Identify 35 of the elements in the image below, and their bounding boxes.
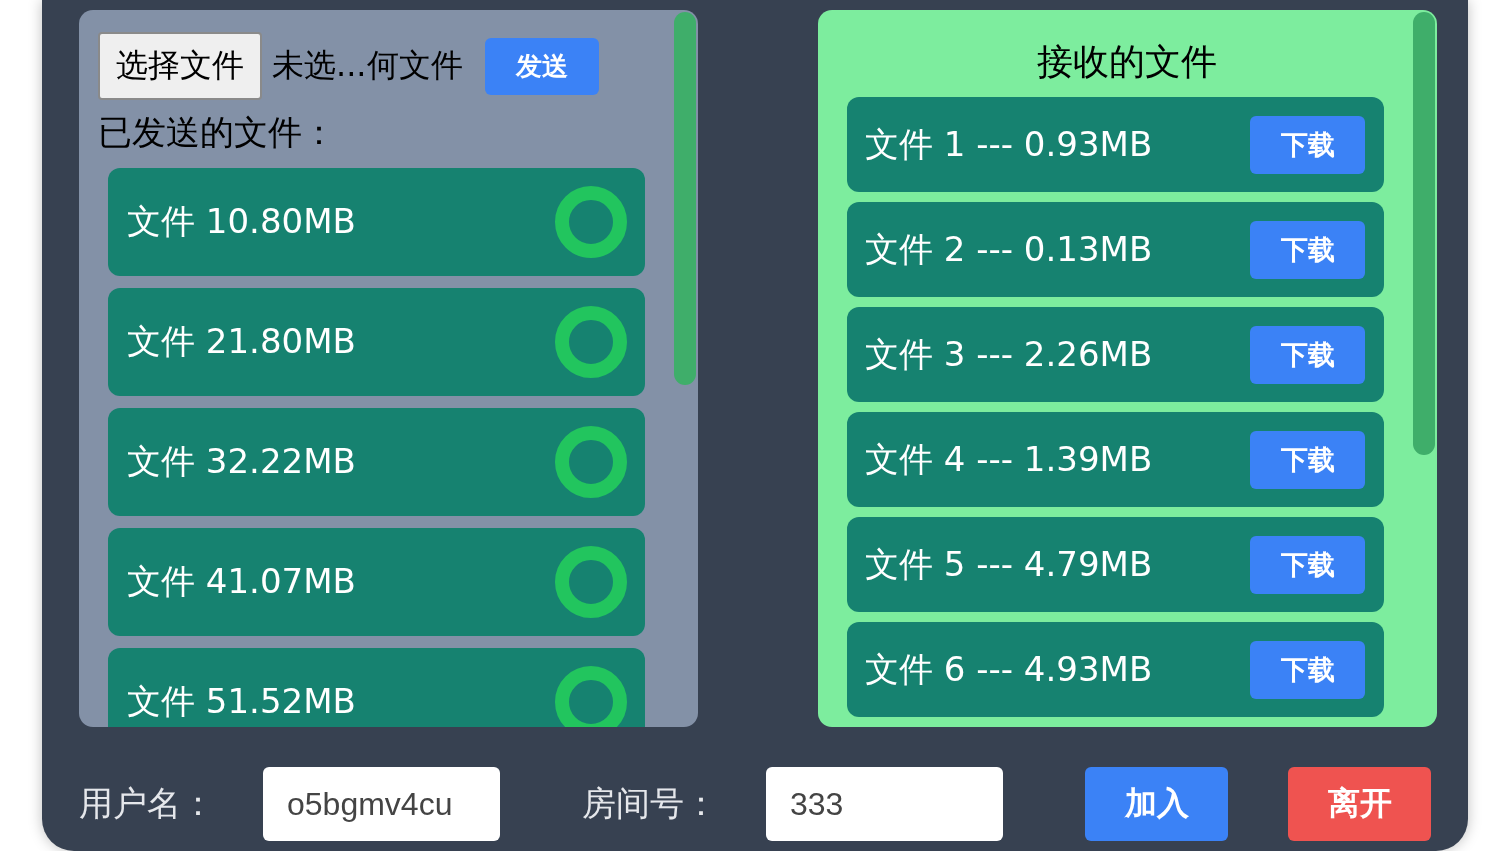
file-label: 文件 5 --- 4.79MB bbox=[865, 542, 1153, 586]
choose-file-button[interactable]: 选择文件 bbox=[98, 32, 262, 100]
file-label: 文件 1 --- 0.93MB bbox=[865, 122, 1153, 166]
file-label: 文件 6 --- 4.93MB bbox=[865, 647, 1153, 691]
ring-icon bbox=[555, 306, 627, 378]
download-button[interactable]: 下载 bbox=[1250, 640, 1365, 699]
join-button[interactable]: 加入 bbox=[1085, 767, 1228, 841]
file-name-text: 未选...何文件 bbox=[272, 45, 463, 86]
file-label: 文件 41.07MB bbox=[127, 560, 356, 603]
scrollbar-thumb[interactable] bbox=[674, 12, 696, 385]
leave-button[interactable]: 离开 bbox=[1288, 767, 1431, 841]
ring-icon bbox=[555, 666, 627, 727]
download-button[interactable]: 下载 bbox=[1250, 430, 1365, 489]
username-field[interactable]: o5bgmv4cu bbox=[263, 767, 500, 841]
file-label: 文件 32.22MB bbox=[127, 440, 356, 483]
file-label: 文件 10.80MB bbox=[127, 200, 356, 243]
sent-files-heading: 已发送的文件： bbox=[97, 111, 337, 154]
scrollbar-thumb[interactable] bbox=[1413, 12, 1435, 455]
file-label: 文件 3 --- 2.26MB bbox=[865, 332, 1153, 376]
ring-icon bbox=[555, 546, 627, 618]
file-label: 文件 51.52MB bbox=[127, 680, 356, 723]
room-label: 房间号： bbox=[582, 782, 718, 825]
download-button[interactable]: 下载 bbox=[1250, 325, 1365, 384]
ring-icon bbox=[555, 186, 627, 258]
file-label: 文件 4 --- 1.39MB bbox=[865, 437, 1153, 481]
file-label: 文件 2 --- 0.13MB bbox=[865, 227, 1153, 271]
room-field[interactable]: 333 bbox=[766, 767, 1003, 841]
ring-icon bbox=[555, 426, 627, 498]
username-label: 用户名： bbox=[79, 782, 215, 825]
download-button[interactable]: 下载 bbox=[1250, 535, 1365, 594]
download-button[interactable]: 下载 bbox=[1250, 220, 1365, 279]
received-files-heading: 接收的文件 bbox=[1035, 40, 1218, 84]
download-button[interactable]: 下载 bbox=[1250, 115, 1365, 174]
send-button[interactable]: 发送 bbox=[484, 37, 599, 95]
file-label: 文件 21.80MB bbox=[127, 320, 356, 363]
